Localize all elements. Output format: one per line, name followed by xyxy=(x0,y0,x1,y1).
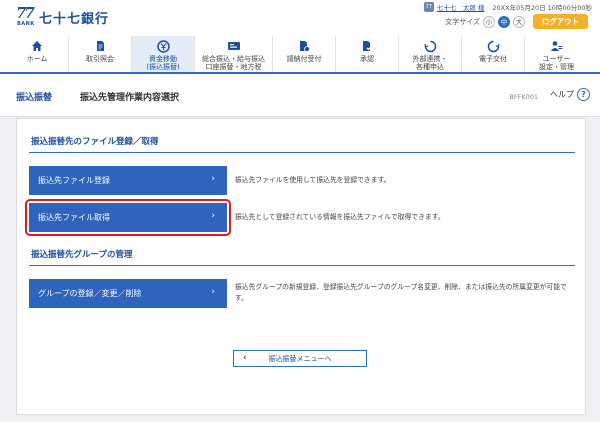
screen-id: BFFK001 xyxy=(509,93,538,101)
nav-fund-transfer[interactable]: 資金移動 (振込振替) xyxy=(132,36,195,72)
file-register-desc: 振込先ファイルを使用して振込先を登録できます。 xyxy=(235,176,391,184)
file-retrieve-desc: 振込先として登録されている情報を振込先ファイルで取得できます。 xyxy=(235,213,445,221)
chevron-left-icon: ‹ xyxy=(243,353,247,363)
breadcrumb: 振込振替 振込先管理作業内容選択 BFFK001 ヘルプ ? xyxy=(0,74,600,117)
group-manage-button[interactable]: グループの登録／変更／削除 › xyxy=(29,279,227,308)
nav-label: ホーム xyxy=(26,55,48,63)
logo-number: 77 xyxy=(16,4,35,22)
main-nav: ホーム 取引照会 資金移動 (振込振替) 総合振込・給与振込 口座振替・地方税 請納… xyxy=(0,36,600,74)
nav-bulk-transfer[interactable]: 総合振込・給与振込 口座振替・地方税 xyxy=(195,36,273,72)
button-label: 振込振替メニューへ xyxy=(268,354,332,363)
breadcrumb-main: 振込振替 xyxy=(16,93,53,103)
button-label: 振込先ファイル登録 xyxy=(38,176,110,185)
document-search-icon xyxy=(93,39,107,53)
link-icon xyxy=(423,39,437,53)
section-divider xyxy=(29,152,575,153)
nav-label: ユーザー 設定・管理 xyxy=(539,55,574,71)
button-label: グループの登録／変更／削除 xyxy=(38,289,142,298)
nav-payment[interactable]: 請納付受付 xyxy=(273,36,336,72)
bulk-transfer-icon xyxy=(227,39,241,53)
main-panel: 振込振替先のファイル登録／取得 振込先ファイル登録 › 振込先ファイルを使用して… xyxy=(16,118,586,415)
home-icon xyxy=(30,39,44,53)
nav-electronic-delivery[interactable]: 電子交付 xyxy=(462,36,525,72)
nav-external-link[interactable]: 外部連携・ 各種申込 xyxy=(399,36,462,72)
nav-label: 取引照会 xyxy=(86,55,114,63)
nav-label: 承認 xyxy=(360,55,374,63)
file-register-button[interactable]: 振込先ファイル登録 › xyxy=(29,166,227,195)
approval-icon xyxy=(360,39,374,53)
logo-sub: BANK xyxy=(17,21,35,27)
nav-label: 総合振込・給与振込 口座振替・地方税 xyxy=(202,55,265,71)
section-title: 振込振替先のファイル登録／取得 xyxy=(31,137,159,147)
nav-label: 資金移動 (振込振替) xyxy=(146,55,180,71)
nav-transaction-inquiry[interactable]: 取引照会 xyxy=(69,36,132,72)
user-settings-icon xyxy=(550,39,564,53)
nav-approval[interactable]: 承認 xyxy=(336,36,399,72)
font-size-medium-button[interactable]: 中 xyxy=(498,15,510,28)
chevron-right-icon: › xyxy=(211,174,215,184)
user-name[interactable]: 七十七 太郎 様 xyxy=(437,2,485,12)
nav-label: 請納付受付 xyxy=(286,55,322,63)
help-icon: ? xyxy=(577,88,590,101)
logo-mark: 77 BANK xyxy=(16,6,36,28)
bank-logo[interactable]: 77 BANK 七十七銀行 xyxy=(16,6,109,28)
help-label: ヘルプ xyxy=(550,90,574,99)
group-manage-desc: 振込先グループの新規登録、登録振込先グループのグループ名変更、削除、または振込先… xyxy=(235,283,567,302)
nav-user-settings[interactable]: ユーザー 設定・管理 xyxy=(525,36,588,72)
section-title: 振込振替先グループの管理 xyxy=(31,250,133,260)
font-size-label: 文字サイズ xyxy=(445,17,480,26)
chevron-right-icon: › xyxy=(211,287,215,297)
nav-home[interactable]: ホーム xyxy=(6,36,69,72)
font-size-large-button[interactable]: 大 xyxy=(513,15,525,28)
last-login: 20XX年05月20日 10時00分00秒 xyxy=(492,4,592,12)
font-size-control: 文字サイズ 小 中 大 ログアウト xyxy=(445,14,588,29)
file-retrieve-button[interactable]: 振込先ファイル取得 › xyxy=(29,203,227,232)
nav-label: 電子交付 xyxy=(479,55,507,63)
user-info: 77 七十七 太郎 様 20XX年05月20日 10時00分00秒 xyxy=(423,2,592,12)
user-badge-icon: 77 xyxy=(423,2,434,12)
bank-name: 七十七銀行 xyxy=(39,11,110,27)
section-divider xyxy=(29,265,575,266)
header: 77 BANK 七十七銀行 77 七十七 太郎 様 20XX年05月20日 10… xyxy=(0,0,600,36)
button-label: 振込先ファイル取得 xyxy=(38,213,110,222)
page-title: 振込先管理作業内容選択 xyxy=(80,93,180,103)
nav-label: 外部連携・ 各種申込 xyxy=(412,55,448,71)
money-transfer-icon xyxy=(156,39,170,53)
logout-button[interactable]: ログアウト xyxy=(533,14,588,29)
payment-icon xyxy=(297,39,311,53)
electronic-delivery-icon xyxy=(486,39,500,53)
back-to-menu-button[interactable]: ‹ 振込振替メニューへ xyxy=(233,350,367,367)
help-button[interactable]: ヘルプ ? xyxy=(550,88,590,101)
chevron-right-icon: › xyxy=(211,211,215,221)
font-size-small-button[interactable]: 小 xyxy=(483,15,495,28)
